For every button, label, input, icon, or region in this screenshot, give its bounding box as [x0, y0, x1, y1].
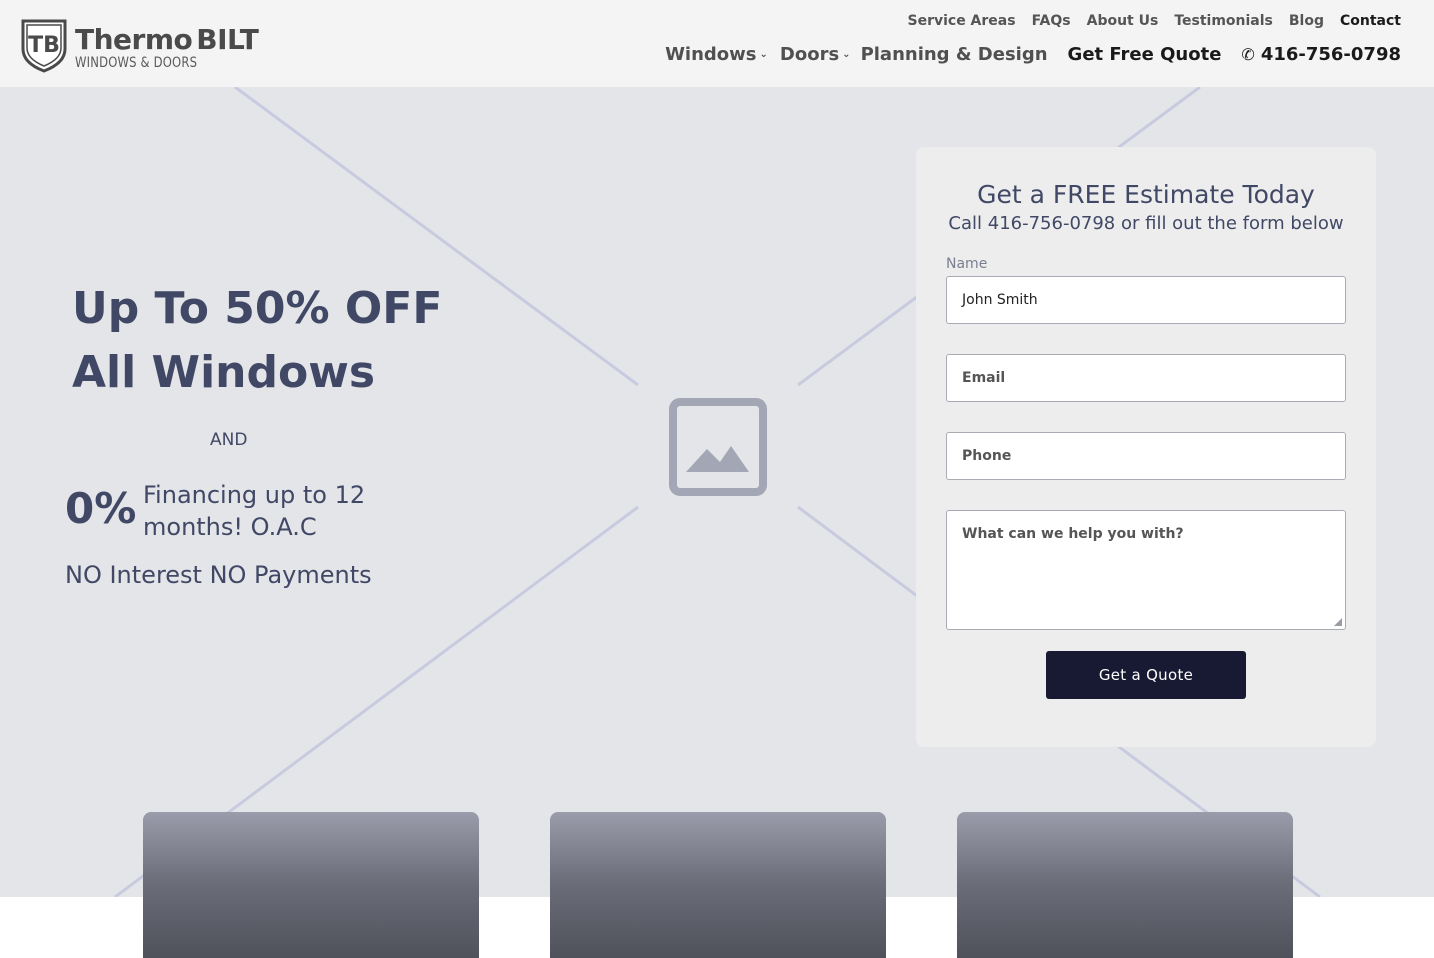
email-input[interactable]: Email	[946, 354, 1346, 402]
promo-rate: 0%	[65, 484, 137, 533]
nav-contact[interactable]: Contact	[1340, 13, 1401, 29]
nav-planning-design[interactable]: Planning & Design	[861, 44, 1048, 65]
nav-windows-label: Windows	[665, 44, 757, 65]
promo-financing: Financing up to 12 months! O.A.C	[143, 481, 366, 541]
logo-name: Thermo BILT	[75, 23, 259, 56]
name-input[interactable]: John Smith	[946, 276, 1346, 324]
nav-planning-label: Planning & Design	[860, 44, 1048, 65]
nav-get-free-quote[interactable]: Get Free Quote	[1068, 44, 1222, 65]
main-navigation: Windows ⌄ Doors ⌄ Planning & Design Get …	[665, 44, 1401, 65]
chevron-down-icon: ⌄	[842, 49, 851, 60]
nav-testimonials[interactable]: Testimonials	[1174, 13, 1273, 29]
phone-icon: ✆	[1241, 45, 1255, 64]
nav-doors[interactable]: Doors ⌄	[780, 44, 851, 65]
nav-faqs[interactable]: FAQs	[1032, 13, 1071, 29]
message-placeholder: What can we help you with?	[962, 526, 1184, 542]
nav-phone[interactable]: ✆ 416-756-0798	[1241, 44, 1401, 65]
feature-card[interactable]	[957, 812, 1293, 958]
logo-tagline: WINDOWS & DOORS	[75, 55, 198, 71]
nav-about-us[interactable]: About Us	[1087, 13, 1159, 29]
nav-phone-number: 416-756-0798	[1260, 44, 1401, 65]
promo-headline-discount: Up To 50% OFF	[72, 283, 443, 334]
hero-section: Up To 50% OFF All Windows AND 0% Financi…	[0, 87, 1434, 897]
message-textarea[interactable]: What can we help you with?	[946, 510, 1346, 630]
form-subtitle: Call 416-756-0798 or fill out the form b…	[948, 213, 1344, 234]
chevron-down-icon: ⌄	[759, 49, 768, 60]
shield-logo-icon: TB	[21, 19, 67, 73]
promo-headline-windows: All Windows	[72, 347, 376, 398]
promo-and: AND	[210, 430, 248, 450]
resize-handle-icon[interactable]	[1334, 618, 1342, 626]
feature-card[interactable]	[550, 812, 886, 958]
get-quote-button[interactable]: Get a Quote	[1046, 651, 1246, 699]
logo-mark-text: TB	[28, 33, 60, 58]
nav-blog[interactable]: Blog	[1289, 13, 1324, 29]
nav-quote-label: Get Free Quote	[1067, 44, 1222, 65]
estimate-form: Get a FREE Estimate Today Call 416-756-0…	[916, 147, 1376, 747]
site-header: TB Thermo BILT WINDOWS & DOORS Service Ar…	[0, 0, 1434, 87]
nav-doors-label: Doors	[779, 44, 840, 65]
promo-no-interest: NO Interest NO Payments	[65, 561, 372, 589]
feature-card[interactable]	[143, 812, 479, 958]
name-label: Name	[946, 256, 988, 272]
site-logo[interactable]: TB Thermo BILT WINDOWS & DOORS	[19, 17, 259, 73]
phone-input[interactable]: Phone	[946, 432, 1346, 480]
top-navigation: Service Areas FAQs About Us Testimonials…	[907, 13, 1401, 29]
nav-service-areas[interactable]: Service Areas	[907, 13, 1015, 29]
form-title: Get a FREE Estimate Today	[977, 180, 1315, 209]
nav-windows[interactable]: Windows ⌄	[665, 44, 768, 65]
image-placeholder-icon	[669, 398, 767, 496]
